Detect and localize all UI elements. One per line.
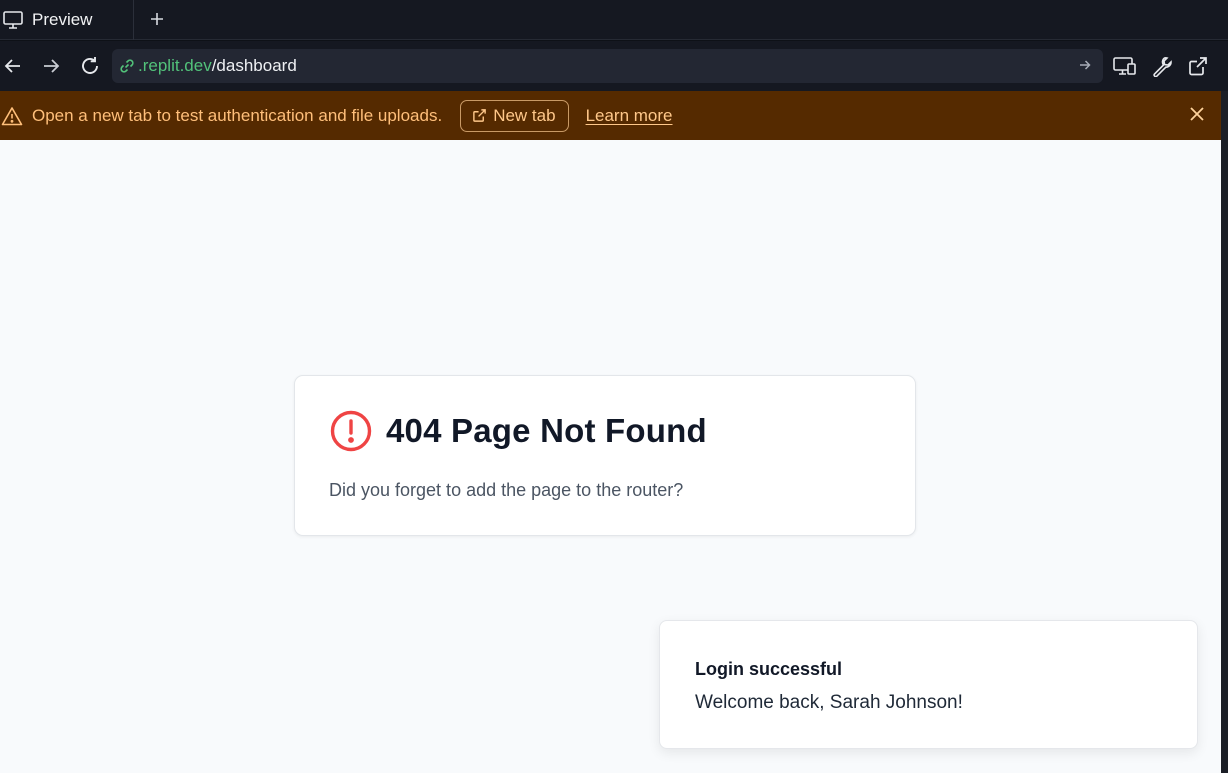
tab-preview[interactable]: Preview	[0, 0, 134, 40]
learn-more-link[interactable]: Learn more	[586, 106, 673, 126]
close-icon[interactable]	[1188, 105, 1206, 123]
new-tab-warning-banner: Open a new tab to test authentication an…	[0, 91, 1221, 140]
reload-button[interactable]	[77, 53, 103, 79]
banner-message: Open a new tab to test authentication an…	[32, 105, 443, 125]
back-button[interactable]	[0, 53, 26, 79]
url-bar[interactable]: .replit.dev/dashboard	[112, 49, 1103, 83]
scrollbar-track	[1221, 91, 1228, 773]
external-link-icon	[473, 109, 487, 122]
toast-title: Login successful	[695, 659, 843, 679]
error-message: Did you forget to add the page to the ro…	[329, 480, 684, 500]
monitor-icon	[3, 11, 23, 29]
devices-icon	[1113, 57, 1136, 75]
navigation-bar: .replit.dev/dashboard	[0, 41, 1228, 91]
url-path: /dashboard	[211, 56, 297, 75]
tab-bar: Preview	[0, 0, 1228, 40]
url-domain: .replit.dev	[138, 56, 212, 75]
new-tab-label: New tab	[493, 105, 556, 125]
tab-label: Preview	[32, 10, 93, 29]
new-tab-button[interactable]	[145, 6, 169, 32]
devices-button[interactable]	[1112, 53, 1138, 79]
link-icon	[118, 57, 136, 75]
external-link-icon	[1189, 57, 1207, 76]
warning-icon	[1, 106, 23, 126]
alert-circle-icon	[330, 410, 372, 452]
reload-icon	[82, 57, 98, 74]
forward-button[interactable]	[38, 53, 64, 79]
arrow-right-icon	[44, 59, 60, 73]
error-card-header: 404 Page Not Found	[329, 409, 707, 453]
wrench-icon	[1153, 57, 1172, 77]
page-title: 404 Page Not Found	[386, 412, 707, 449]
error-card: 404 Page Not Found Did you forget to add…	[294, 375, 916, 536]
plus-icon	[151, 13, 163, 25]
toast-message: Welcome back, Sarah Johnson!	[695, 692, 963, 713]
open-new-tab-button[interactable]: New tab	[460, 99, 569, 132]
preview-content: 404 Page Not Found Did you forget to add…	[0, 140, 1221, 773]
devtools-button[interactable]	[1149, 53, 1175, 79]
go-arrow-icon[interactable]	[1077, 57, 1093, 73]
login-toast[interactable]: Login successful Welcome back, Sarah Joh…	[659, 620, 1198, 749]
arrow-left-icon	[4, 59, 20, 73]
open-external-button[interactable]	[1185, 53, 1211, 79]
